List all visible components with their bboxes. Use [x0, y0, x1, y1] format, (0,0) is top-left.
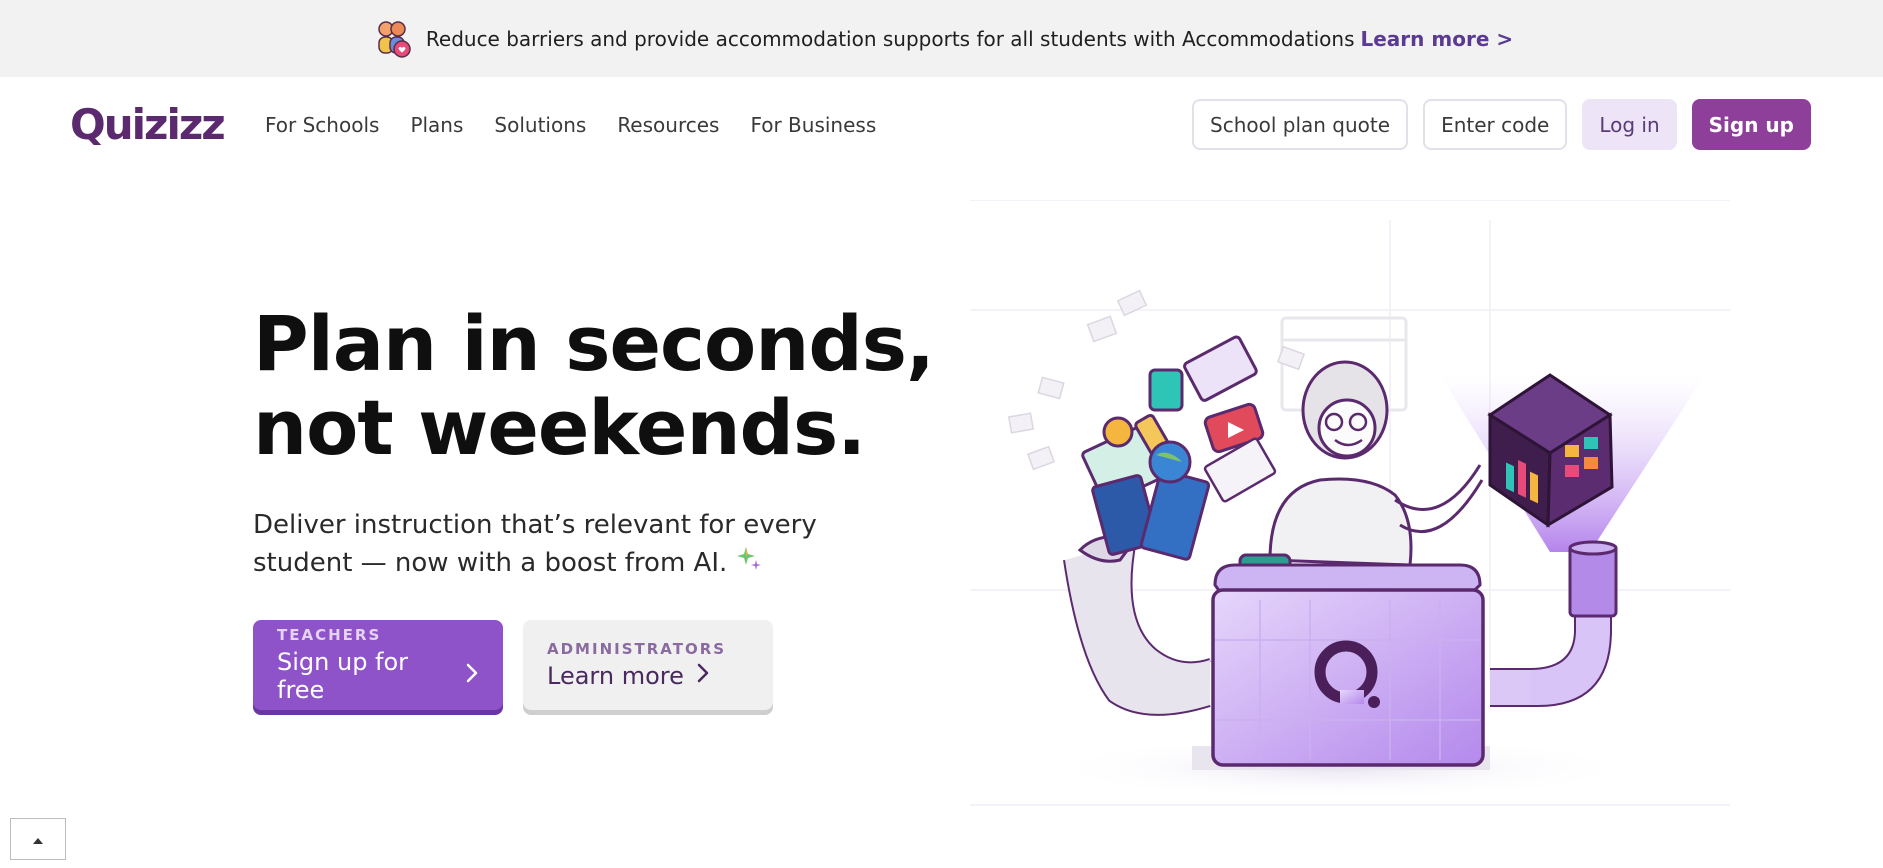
nav-link-resources[interactable]: Resources [617, 113, 719, 137]
enter-code-button[interactable]: Enter code [1423, 99, 1568, 150]
teachers-signup-cta[interactable]: TEACHERS Sign up for free [253, 620, 503, 710]
announcement-banner: Reduce barriers and provide accommodatio… [0, 0, 1883, 77]
chevron-right-icon [696, 662, 710, 690]
hero-title-line-2: not weekends. [253, 383, 866, 472]
caret-up-icon [32, 830, 44, 849]
admin-cta-kicker: ADMINISTRATORS [547, 640, 727, 658]
back-to-top-button[interactable] [10, 818, 66, 860]
hero-subtitle: Deliver instruction that’s relevant for … [253, 506, 853, 582]
quizizz-logo[interactable]: Quizizz [70, 99, 226, 149]
administrators-learn-more-cta[interactable]: ADMINISTRATORS Learn more [523, 620, 773, 710]
teachers-cta-kicker: TEACHERS [277, 626, 382, 644]
nav-actions: School plan quote Enter code Log in Sign… [1192, 99, 1811, 150]
accommodations-people-icon [370, 17, 414, 61]
nav-link-for-schools[interactable]: For Schools [265, 113, 379, 137]
login-button[interactable]: Log in [1582, 99, 1677, 150]
admin-cta-main: Learn more [547, 662, 749, 690]
hero-subtitle-line-1: Deliver instruction that’s relevant for … [253, 510, 817, 540]
hero-subtitle-line-2-wrap: student — now with a boost from AI. [253, 544, 853, 582]
nav-link-solutions[interactable]: Solutions [494, 113, 586, 137]
nav-link-plans[interactable]: Plans [410, 113, 463, 137]
hero-title-line-1: Plan in seconds, [253, 299, 935, 388]
hero-subtitle-line-2: student — now with a boost from AI. [253, 548, 728, 578]
admin-cta-label: Learn more [547, 662, 684, 690]
top-navigation: Quizizz For Schools Plans Solutions Reso… [0, 77, 1883, 172]
nav-link-for-business[interactable]: For Business [750, 113, 876, 137]
chevron-right-icon [465, 662, 479, 690]
signup-button[interactable]: Sign up [1691, 99, 1811, 150]
teachers-cta-label: Sign up for free [277, 648, 409, 704]
nav-links: For Schools Plans Solutions Resources Fo… [265, 77, 876, 172]
teacher-quiz-machine-illustration [970, 199, 1730, 810]
banner-text: Reduce barriers and provide accommodatio… [425, 26, 1355, 51]
teachers-cta-main: Sign up for free [277, 648, 479, 704]
banner-learn-more-link[interactable]: Learn more > [1361, 27, 1514, 51]
logo-text: Quizizz [70, 99, 226, 149]
school-plan-quote-button[interactable]: School plan quote [1192, 99, 1409, 150]
hero-title: Plan in seconds, not weekends. [253, 302, 953, 470]
ai-sparkle-icon [736, 545, 764, 573]
